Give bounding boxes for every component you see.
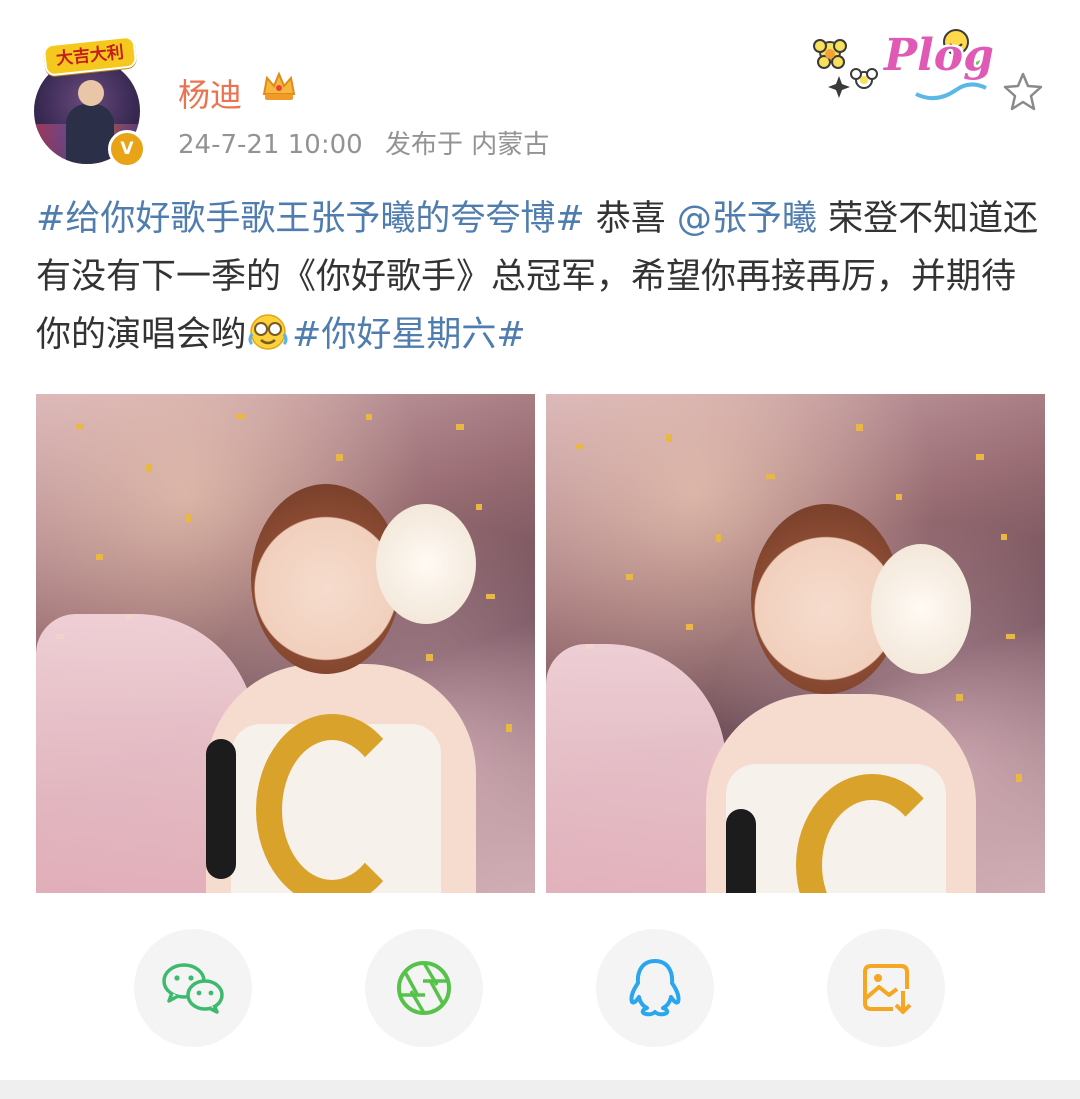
laughing-tears-emoji-icon — [246, 312, 292, 352]
avatar-figure-head — [78, 80, 104, 106]
post-meta: 24-7-21 10:00 发布于 内蒙古 — [178, 124, 563, 161]
qq-icon — [629, 959, 681, 1017]
post-date: 24-7-21 10:00 — [178, 130, 363, 160]
plog-sticker-label: Plog — [884, 30, 994, 81]
microphone — [726, 809, 756, 893]
share-qq-button[interactable] — [596, 929, 714, 1047]
post-location: 发布于 内蒙古 — [384, 130, 550, 160]
avatar-figure-body — [66, 104, 114, 164]
post-image-1[interactable] — [36, 394, 535, 893]
post-image-2[interactable] — [546, 394, 1045, 893]
moments-icon — [397, 961, 451, 1015]
save-image-button[interactable] — [827, 929, 945, 1047]
hair-flower — [871, 544, 971, 674]
avatar-sticker: 大吉大利 — [42, 35, 138, 77]
verified-badge-icon: V — [108, 130, 146, 168]
post-text-part: 恭喜 — [584, 199, 677, 239]
save-image-icon — [863, 964, 912, 1014]
topic-link[interactable]: #给你好歌手歌王张予曦的夸夸博# — [36, 199, 585, 239]
share-wechat-button[interactable] — [134, 929, 252, 1047]
favorite-star-icon[interactable] — [1002, 70, 1044, 112]
hair-flower — [376, 504, 476, 624]
post-text: #给你好歌手歌王张予曦的夸夸博# 恭喜 @张予曦 荣登不知道还有没有下一季的《你… — [36, 190, 1046, 364]
mention-link[interactable]: @张予曦 — [677, 199, 817, 239]
crown-icon — [262, 71, 296, 100]
microphone — [206, 739, 236, 879]
topic-link[interactable]: #你好星期六# — [292, 315, 526, 355]
wechat-icon — [162, 963, 224, 1014]
trophy — [256, 714, 408, 893]
bottom-divider — [0, 1080, 1080, 1099]
share-moments-button[interactable] — [365, 929, 483, 1047]
author-name[interactable]: 杨迪 — [178, 70, 242, 116]
